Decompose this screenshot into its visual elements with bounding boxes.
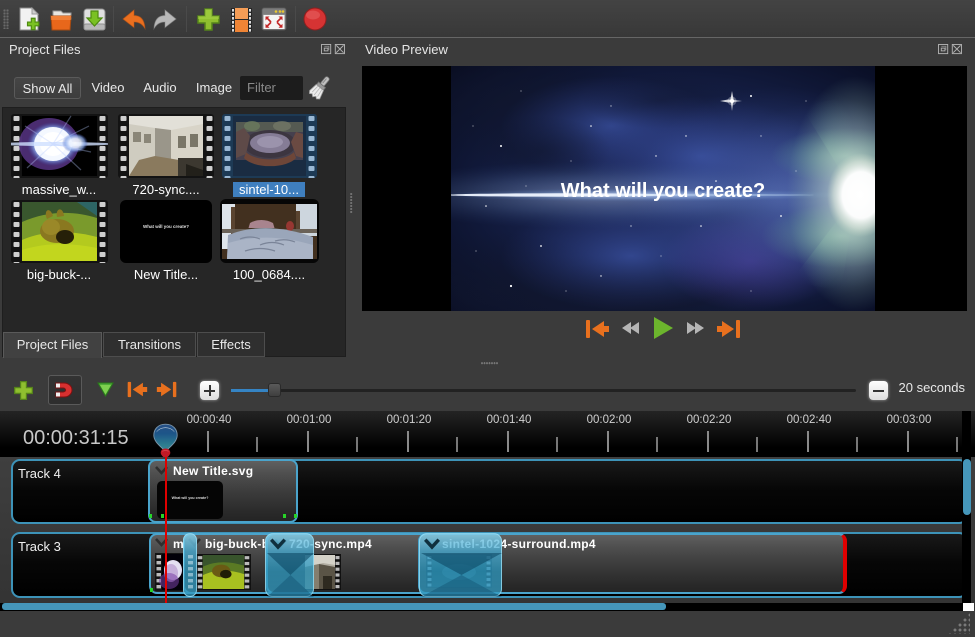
svg-text:What will you create?: What will you create? (561, 180, 765, 202)
